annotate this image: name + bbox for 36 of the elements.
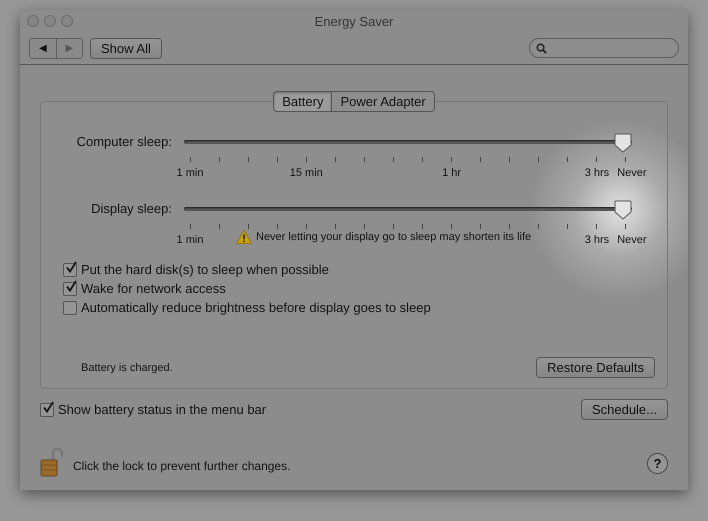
slider[interactable] xyxy=(184,200,632,220)
warning-text: Never letting your display go to sleep may shorten its life xyxy=(256,231,532,243)
checkbox-label: Show battery status in the menu bar xyxy=(58,402,266,417)
tick-label: 1 min xyxy=(176,234,204,246)
slider-thumb[interactable] xyxy=(614,133,632,153)
checkbox-label: Put the hard disk(s) to sleep when possible xyxy=(81,262,329,277)
slider[interactable] xyxy=(184,133,632,153)
slider-label: Display sleep: xyxy=(90,200,173,216)
tick-label: 15 min xyxy=(290,167,323,179)
help-button[interactable]: ? xyxy=(647,452,668,474)
checkbox[interactable] xyxy=(63,300,77,314)
search-icon xyxy=(536,42,547,54)
checkbox-label: Wake for network access xyxy=(81,281,226,296)
tick-label: Never xyxy=(617,167,647,179)
slider-label: Computer sleep: xyxy=(76,133,173,149)
checkbox[interactable] xyxy=(63,262,77,276)
window-title: Energy Saver xyxy=(314,14,394,28)
battery-status-text: Battery is charged. xyxy=(81,362,173,374)
warning-icon xyxy=(236,230,252,244)
restore-defaults-button[interactable]: Restore Defaults xyxy=(536,357,655,378)
checkbox[interactable] xyxy=(40,402,54,416)
tick-label: 1 min xyxy=(176,167,204,179)
tick-label: 3 hrs xyxy=(584,167,610,179)
search-field[interactable] xyxy=(529,38,679,58)
checkbox-label: Automatically reduce brightness before display goes to sleep xyxy=(81,300,431,315)
padlock-icon[interactable] xyxy=(40,448,66,478)
tick-label: 1 hr xyxy=(442,167,462,179)
tab[interactable]: Power Adapter xyxy=(332,91,435,112)
tab[interactable]: Battery xyxy=(273,91,332,112)
checkbox[interactable] xyxy=(63,282,77,296)
lock-text: Click the lock to prevent further changes. xyxy=(73,459,290,473)
tick-label: Never xyxy=(617,234,647,246)
schedule-button[interactable]: Schedule... xyxy=(580,399,668,420)
tick-label: 3 hrs xyxy=(584,234,610,246)
slider-thumb[interactable] xyxy=(614,200,632,220)
show-all-button[interactable]: Show All xyxy=(90,38,162,58)
